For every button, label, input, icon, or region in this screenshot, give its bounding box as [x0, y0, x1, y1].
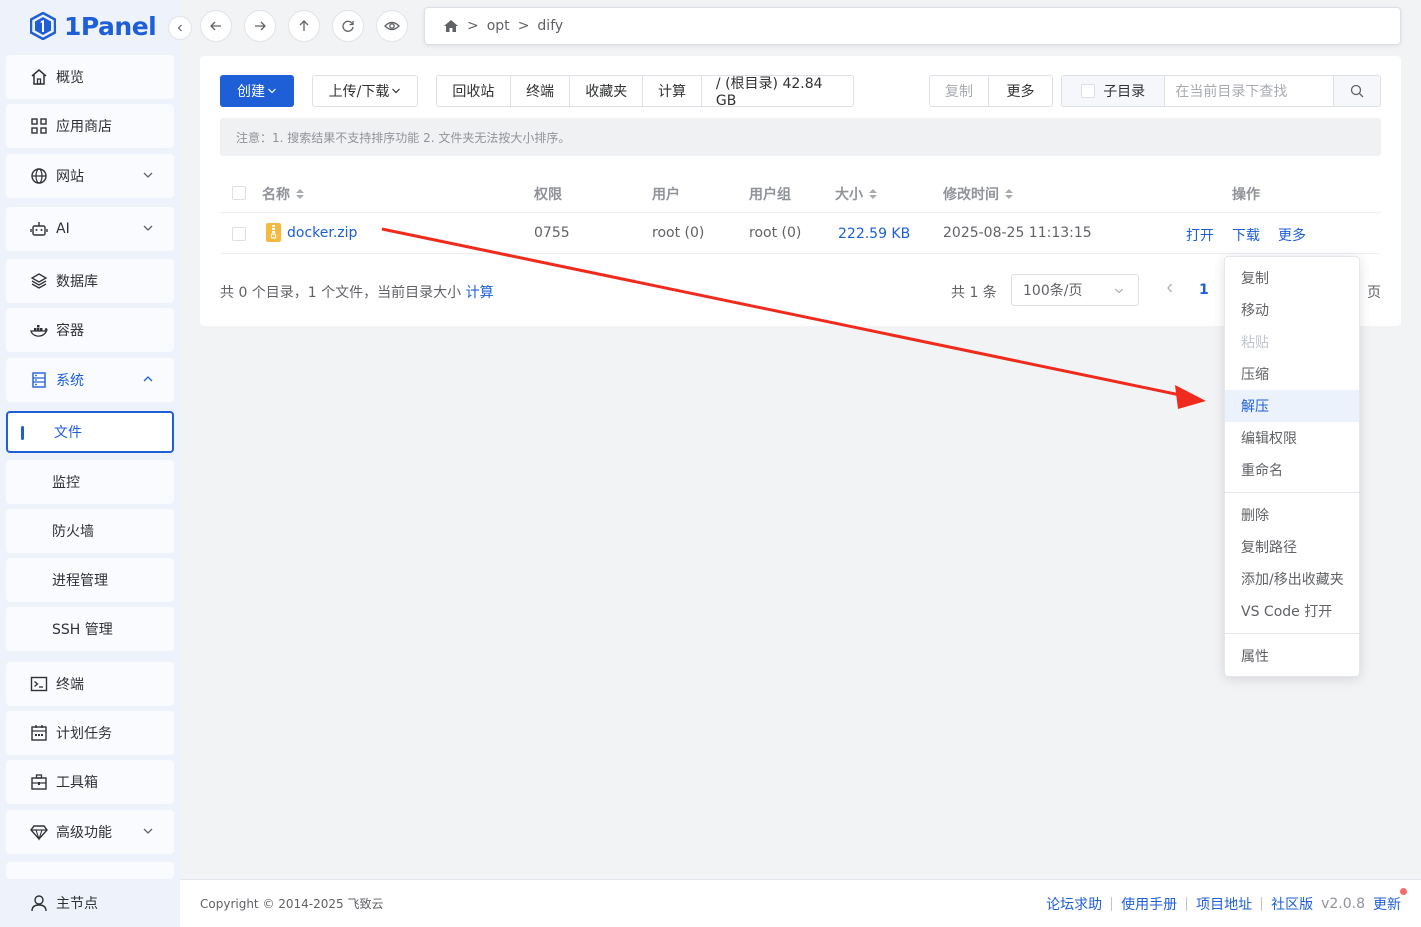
menu-rename[interactable]: 重命名	[1225, 454, 1359, 486]
more-actions-dropdown: 复制 移动 粘贴 压缩 解压 编辑权限 重命名 删除 复制路径 添加/移出收藏夹…	[1224, 256, 1360, 677]
red-arrow-annotation	[381, 227, 1206, 409]
menu-copy[interactable]: 复制	[1225, 262, 1359, 294]
menu-decompress[interactable]: 解压	[1225, 390, 1359, 422]
menu-vscode-open[interactable]: VS Code 打开	[1225, 595, 1359, 627]
footer: Copyright © 2014-2025 飞致云 论坛求助 使用手册 项目地址…	[180, 879, 1421, 927]
menu-move[interactable]: 移动	[1225, 294, 1359, 326]
forum-link[interactable]: 论坛求助	[1046, 894, 1102, 914]
project-link[interactable]: 项目地址	[1196, 894, 1252, 914]
update-badge-dot	[1400, 888, 1407, 895]
footer-links: 论坛求助 使用手册 项目地址 社区版 v2.0.8 更新	[1046, 888, 1407, 914]
menu-divider	[1225, 492, 1359, 493]
footer-separator	[1261, 897, 1263, 911]
manual-link[interactable]: 使用手册	[1121, 894, 1177, 914]
update-label: 更新	[1373, 897, 1401, 913]
version-label: v2.0.8	[1321, 896, 1365, 912]
menu-divider	[1225, 633, 1359, 634]
edition-link[interactable]: 社区版	[1271, 894, 1313, 914]
menu-compress[interactable]: 压缩	[1225, 358, 1359, 390]
menu-edit-permissions[interactable]: 编辑权限	[1225, 422, 1359, 454]
footer-separator	[1186, 897, 1188, 911]
menu-paste[interactable]: 粘贴	[1225, 326, 1359, 358]
menu-toggle-favorite[interactable]: 添加/移出收藏夹	[1225, 563, 1359, 595]
menu-delete[interactable]: 删除	[1225, 499, 1359, 531]
footer-separator	[1111, 897, 1113, 911]
menu-copy-path[interactable]: 复制路径	[1225, 531, 1359, 563]
copyright-text: Copyright © 2014-2025 飞致云	[200, 897, 384, 911]
update-link[interactable]: 更新	[1373, 888, 1407, 914]
menu-properties[interactable]: 属性	[1225, 640, 1359, 672]
